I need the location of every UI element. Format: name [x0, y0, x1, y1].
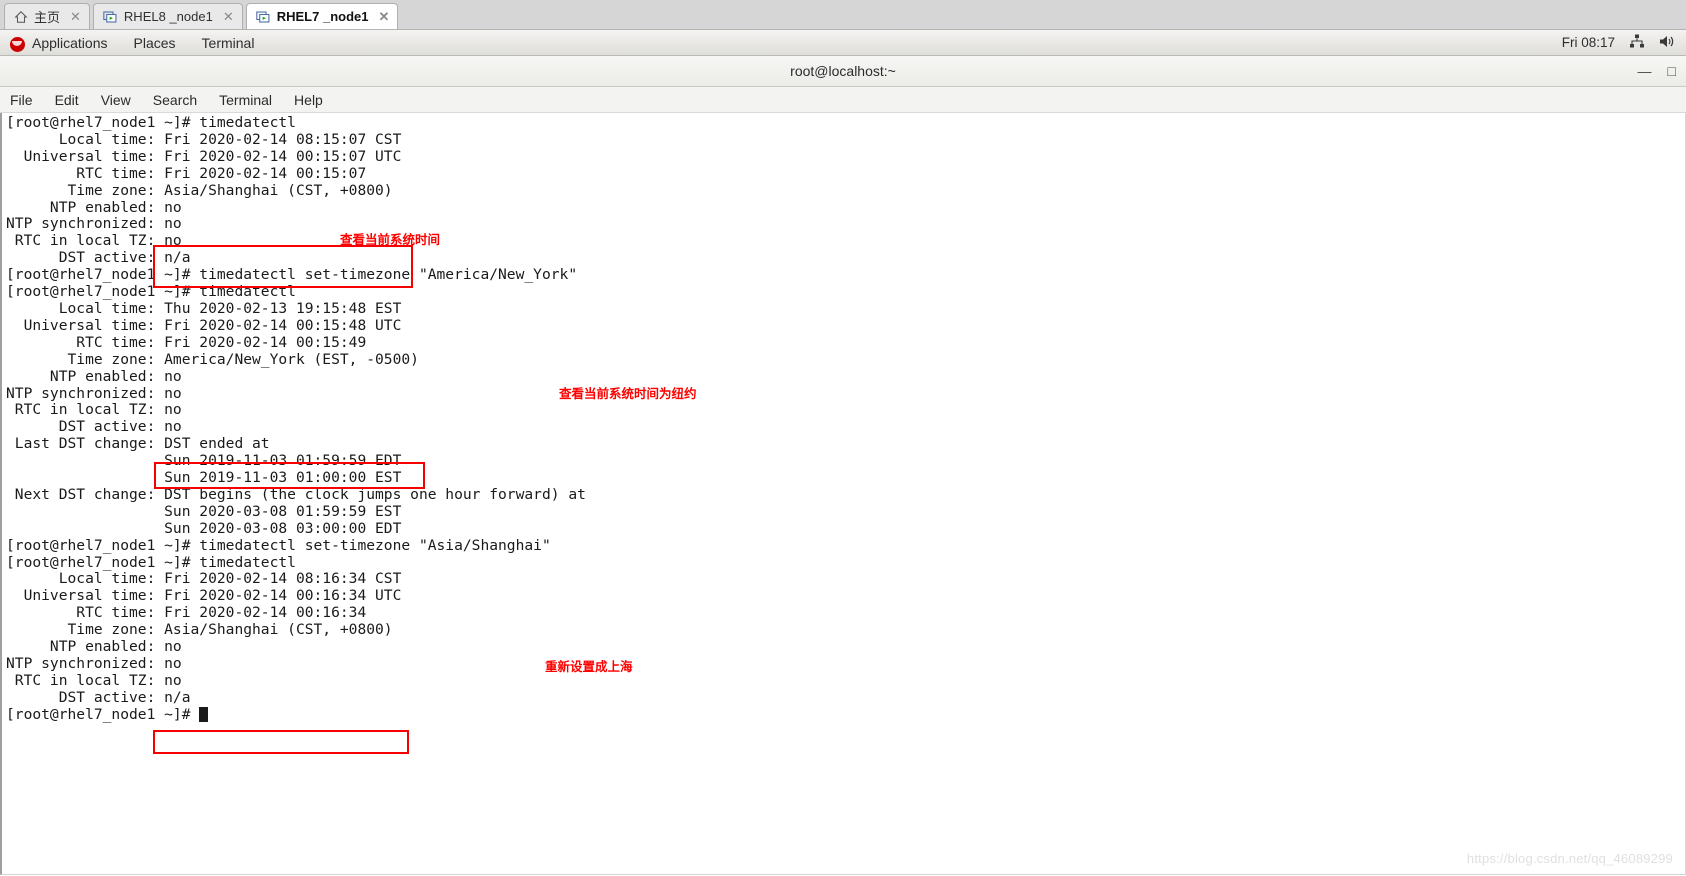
terminal-line: Next DST change: DST begins (the clock j… [6, 485, 586, 503]
close-icon[interactable]: ✕ [378, 10, 389, 23]
terminal-line: NTP synchronized: no [6, 655, 182, 672]
annotation-text: 查看当前系统时间为纽约 [559, 386, 697, 401]
tab-rhel7-node1[interactable]: RHEL7 _node1 ✕ [245, 3, 399, 29]
window-title: root@localhost:~ [790, 63, 896, 79]
terminal-line: DST active: n/a [6, 249, 191, 267]
gnome-top-panel: Applications Places Terminal Fri 08:17 [0, 30, 1686, 56]
terminal-line: Time zone: Asia/Shanghai (CST, +0800) [6, 181, 393, 199]
terminal-line: Time zone: Asia/Shanghai (CST, +0800) [6, 621, 393, 639]
terminal-line: Sun 2020-03-08 01:59:59 EST [6, 502, 402, 520]
minimize-button[interactable]: — [1638, 63, 1652, 79]
annotation-text: 重新设置成上海 [545, 659, 633, 674]
tab-label: 主页 [34, 10, 61, 25]
terminal-line: Universal time: Fri 2020-02-14 00:15:48 … [6, 316, 402, 334]
tab-label: RHEL8 _node1 [123, 9, 213, 24]
panel-status-area: Fri 08:17 [1562, 34, 1676, 52]
terminal-line: NTP enabled: no [6, 638, 182, 656]
annotation-text: 查看当前系统时间 [340, 232, 441, 247]
terminal-line: RTC time: Fri 2020-02-14 00:15:49 [6, 333, 367, 351]
terminal-line: Sun 2020-03-08 03:00:00 EDT [6, 519, 402, 537]
terminal-screen[interactable]: [root@rhel7_node1 ~]# timedatectl Local … [0, 113, 1686, 875]
menu-terminal[interactable]: Terminal [219, 92, 272, 108]
terminal-line: Local time: Fri 2020-02-14 08:15:07 CST [6, 130, 402, 148]
terminal-line: NTP enabled: no [6, 198, 182, 216]
maximize-button[interactable]: □ [1668, 63, 1676, 79]
terminal-line: NTP enabled: no [6, 367, 182, 385]
menu-places[interactable]: Places [134, 35, 176, 51]
window-controls: — □ [1638, 56, 1676, 86]
terminal-prompt-line: [root@rhel7_node1 ~]# [6, 706, 586, 724]
menu-view[interactable]: View [101, 92, 131, 108]
browser-tabstrip: 主页 ✕ RHEL8 _node1 ✕ RHEL7 _node1 ✕ [0, 0, 1686, 30]
terminal-titlebar[interactable]: root@localhost:~ — □ [0, 56, 1686, 87]
terminal-line: NTP synchronized: no [6, 215, 182, 233]
terminal-menubar: File Edit View Search Terminal Help [0, 87, 1686, 113]
tab-rhel8-node1[interactable]: RHEL8 _node1 ✕ [92, 3, 243, 29]
terminal-line: Local time: Fri 2020-02-14 08:16:34 CST [6, 570, 402, 588]
close-icon[interactable]: ✕ [70, 10, 81, 23]
terminal-line: RTC time: Fri 2020-02-14 00:16:34 [6, 604, 367, 622]
watermark-text: https://blog.csdn.net/qq_46089299 [1466, 851, 1673, 866]
terminal-line: [root@rhel7_node1 ~]# timedatectl [6, 114, 296, 131]
menu-terminal[interactable]: Terminal [202, 35, 255, 51]
terminal-line: Sun 2019-11-03 01:00:00 EST [6, 469, 402, 487]
terminal-line: Universal time: Fri 2020-02-14 00:15:07 … [6, 147, 402, 165]
terminal-window: root@localhost:~ — □ File Edit View Sear… [0, 56, 1686, 876]
vm-icon [103, 10, 118, 24]
terminal-line: Sun 2019-11-03 01:59:59 EDT [6, 452, 402, 470]
terminal-cursor [199, 706, 209, 722]
terminal-line: RTC in local TZ: no [6, 401, 182, 419]
terminal-line: DST active: n/a [6, 688, 191, 706]
network-icon[interactable] [1629, 34, 1645, 52]
terminal-output: [root@rhel7_node1 ~]# timedatectl Local … [6, 114, 586, 724]
terminal-line: [root@rhel7_node1 ~]# timedatectl [6, 283, 296, 301]
terminal-line: Time zone: America/New_York (EST, -0500) [6, 350, 419, 368]
menu-applications[interactable]: Applications [32, 35, 108, 51]
menu-edit[interactable]: Edit [55, 92, 79, 108]
tab-home[interactable]: 主页 ✕ [4, 3, 90, 29]
redhat-icon [10, 37, 25, 52]
terminal-line: [root@rhel7_node1 ~]# timedatectl set-ti… [6, 266, 578, 284]
home-icon [14, 10, 28, 24]
tab-label: RHEL7 _node1 [276, 9, 369, 24]
menu-file[interactable]: File [10, 92, 33, 108]
terminal-line: Last DST change: DST ended at [6, 435, 270, 453]
volume-icon[interactable] [1659, 34, 1676, 52]
highlight-box [153, 730, 409, 754]
terminal-line: RTC in local TZ: no [6, 671, 182, 689]
terminal-line: Universal time: Fri 2020-02-14 00:16:34 … [6, 587, 402, 605]
terminal-line: [root@rhel7_node1 ~]# timedatectl [6, 553, 296, 571]
menu-help[interactable]: Help [294, 92, 323, 108]
terminal-line: NTP synchronized: no [6, 384, 182, 402]
menu-search[interactable]: Search [153, 92, 197, 108]
terminal-line: [root@rhel7_node1 ~]# timedatectl set-ti… [6, 536, 551, 554]
panel-clock[interactable]: Fri 08:17 [1562, 35, 1615, 50]
terminal-line: RTC time: Fri 2020-02-14 00:15:07 [6, 164, 367, 182]
terminal-line: RTC in local TZ: no [6, 232, 182, 250]
close-icon[interactable]: ✕ [223, 10, 234, 23]
terminal-line: DST active: no [6, 418, 182, 436]
terminal-line: Local time: Thu 2020-02-13 19:15:48 EST [6, 299, 402, 317]
vm-icon [256, 10, 271, 24]
